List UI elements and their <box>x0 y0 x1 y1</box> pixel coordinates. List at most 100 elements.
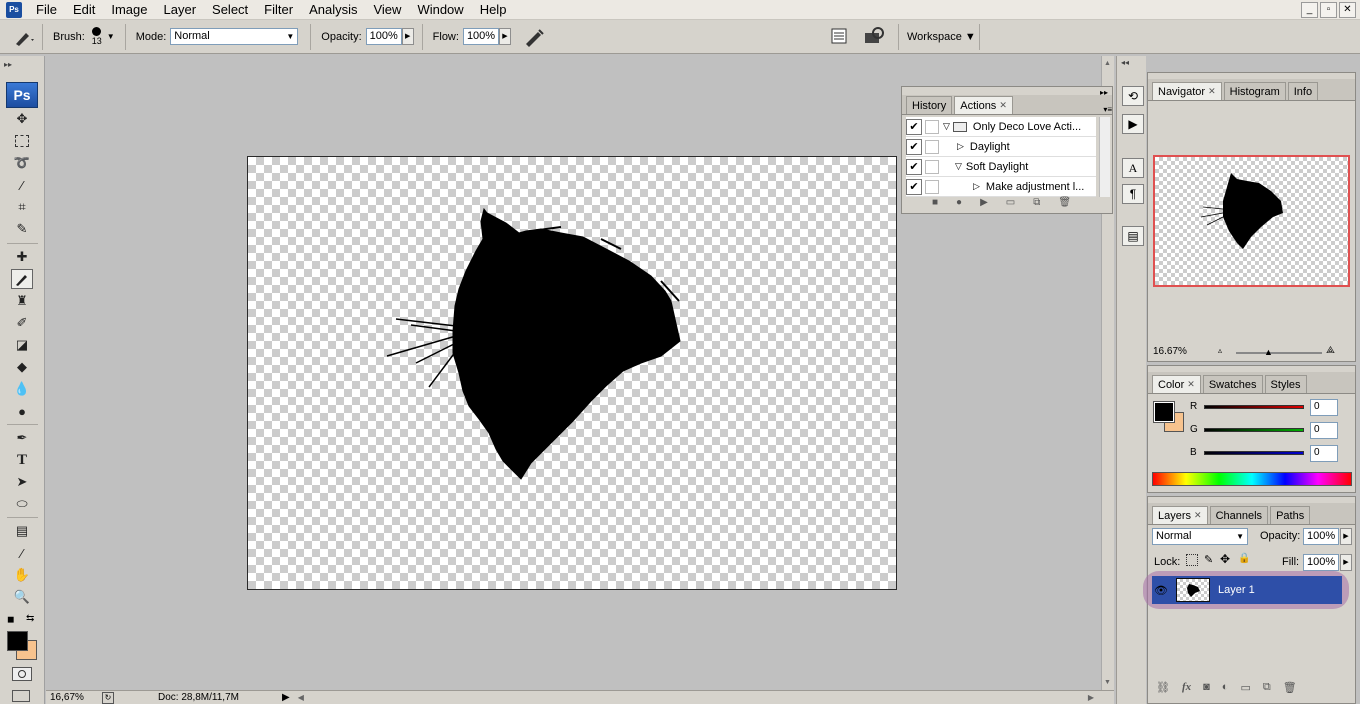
character-dock-icon[interactable]: A <box>1122 158 1144 178</box>
tab-info[interactable]: Info <box>1287 82 1319 100</box>
dialog-toggle[interactable] <box>925 179 939 194</box>
dialog-toggle[interactable] <box>925 119 939 134</box>
scroll-left-icon[interactable]: ◀ <box>298 693 304 702</box>
action-checkbox[interactable]: ✔ <box>906 178 922 195</box>
color-spectrum-bar[interactable] <box>1152 472 1352 486</box>
lock-all-icon[interactable]: 🔒 <box>1238 553 1250 564</box>
dialog-toggle[interactable] <box>925 139 939 154</box>
tab-history[interactable]: History <box>906 96 953 114</box>
layer-opacity-slider-button[interactable]: ▶ <box>1340 528 1352 545</box>
menu-select[interactable]: Select <box>204 0 256 20</box>
photoshop-app-icon[interactable]: Ps <box>6 1 22 18</box>
brush-preset-picker[interactable] <box>10 25 38 49</box>
zoom-slider-thumb-icon[interactable]: ▲ <box>1264 347 1273 357</box>
action-checkbox[interactable]: ✔ <box>906 118 922 135</box>
swap-colors-icon[interactable]: ⇆ <box>26 613 34 624</box>
paint-bucket-tool-icon[interactable]: ◆ <box>11 357 33 377</box>
record-icon[interactable]: ● <box>956 197 962 208</box>
ellipse-tool-icon[interactable]: ⬭ <box>11 494 33 514</box>
brush-size-picker[interactable]: 13 <box>89 27 105 46</box>
brush-tool-icon[interactable] <box>11 269 33 289</box>
play-icon[interactable]: ▶ <box>980 197 988 208</box>
default-colors-icon[interactable]: ◼ <box>7 614 14 625</box>
red-slider[interactable] <box>1204 405 1304 409</box>
eyedropper-tool-icon[interactable]: ⁄ <box>11 543 33 563</box>
opacity-input[interactable]: 100% <box>365 28 402 45</box>
blur-tool-icon[interactable]: 💧 <box>11 379 33 399</box>
new-set-icon[interactable]: ▭ <box>1006 197 1015 208</box>
actions-dock-icon[interactable]: ▶ <box>1122 114 1144 134</box>
tab-layers[interactable]: Layers ✕ <box>1152 506 1208 524</box>
opacity-slider-button[interactable]: ▶ <box>401 28 414 45</box>
layer-opacity-input[interactable]: 100% <box>1303 528 1339 545</box>
close-icon[interactable]: ✕ <box>1194 510 1202 521</box>
close-icon[interactable]: ✕ <box>1187 379 1195 390</box>
layers-scrollbar[interactable] <box>1340 571 1354 683</box>
new-group-icon[interactable]: ▭ <box>1240 681 1250 694</box>
close-icon[interactable]: ✕ <box>1208 86 1216 97</box>
blend-mode-select[interactable]: Normal ▼ <box>1152 528 1248 545</box>
lasso-tool-icon[interactable]: ➰ <box>11 153 33 173</box>
layer-comps-dock-icon[interactable]: ▤ <box>1122 226 1144 246</box>
tab-styles[interactable]: Styles <box>1264 375 1307 393</box>
document-canvas[interactable] <box>247 156 897 590</box>
collapse-dock-icon[interactable]: ◂◂ <box>1121 58 1129 67</box>
action-checkbox[interactable]: ✔ <box>906 158 922 175</box>
screen-mode-button[interactable] <box>12 690 30 702</box>
trash-icon[interactable]: 🗑 <box>1058 197 1071 208</box>
eye-visibility-icon[interactable]: 👁 <box>1152 584 1170 597</box>
actions-scrollbar[interactable] <box>1099 117 1110 197</box>
bridge-button[interactable] <box>862 25 888 47</box>
navigator-preview[interactable] <box>1153 155 1350 287</box>
new-action-icon[interactable]: ⧉ <box>1033 197 1040 208</box>
green-slider[interactable] <box>1204 428 1304 432</box>
status-menu-arrow-icon[interactable]: ▶ <box>282 692 290 703</box>
close-icon[interactable]: ✕ <box>999 100 1007 111</box>
menu-help[interactable]: Help <box>472 0 515 20</box>
expand-down-icon[interactable]: ▽ <box>955 161 962 172</box>
zoom-level[interactable]: 16,67% <box>50 692 90 703</box>
stop-icon[interactable]: ■ <box>932 197 938 208</box>
fx-icon[interactable]: fx <box>1182 681 1191 694</box>
menu-file[interactable]: File <box>28 0 65 20</box>
tab-swatches[interactable]: Swatches <box>1202 375 1263 393</box>
lock-pixels-icon[interactable]: ✎ <box>1204 553 1213 566</box>
brush-dropdown-arrow-icon[interactable]: ▼ <box>107 32 115 41</box>
lock-position-icon[interactable]: ✥ <box>1220 552 1230 566</box>
menu-analysis[interactable]: Analysis <box>301 0 365 20</box>
action-row-daylight[interactable]: ✔ ▷ Daylight <box>906 137 1096 157</box>
slice-tool-icon[interactable]: ✎ <box>11 219 33 239</box>
workspace-menu[interactable]: Workspace ▼ <box>898 24 980 50</box>
paragraph-dock-icon[interactable]: ¶ <box>1122 184 1144 204</box>
blue-slider[interactable] <box>1204 451 1304 455</box>
close-button[interactable]: ✕ <box>1339 2 1356 18</box>
move-tool-icon[interactable]: ✥ <box>11 109 33 129</box>
panel-menu-icon[interactable]: ▾≡ <box>1103 105 1112 114</box>
navigator-zoom-value[interactable]: 16.67% <box>1153 346 1187 357</box>
zoom-slider[interactable] <box>1236 352 1322 354</box>
tab-paths[interactable]: Paths <box>1270 506 1311 524</box>
hand-tool-icon[interactable]: ✋ <box>11 565 33 585</box>
flow-slider-button[interactable]: ▶ <box>498 28 511 45</box>
crop-tool-icon[interactable]: ⌗ <box>11 197 33 217</box>
airbrush-toggle[interactable] <box>523 27 545 47</box>
dodge-tool-icon[interactable]: ● <box>11 401 33 421</box>
tab-histogram[interactable]: Histogram <box>1223 82 1286 100</box>
fill-input[interactable]: 100% <box>1303 554 1339 571</box>
zoom-tool-icon[interactable]: 🔍 <box>11 587 33 607</box>
status-info-icon[interactable]: ↻ <box>102 691 114 704</box>
tab-channels[interactable]: Channels <box>1209 506 1269 524</box>
dialog-toggle[interactable] <box>925 159 939 174</box>
palette-well-button[interactable] <box>830 27 848 45</box>
history-brush-tool-icon[interactable]: ✐ <box>11 313 33 333</box>
lock-transparency-icon[interactable] <box>1186 554 1198 566</box>
color-foreground-swatch[interactable] <box>1153 401 1175 423</box>
photoshop-logo[interactable]: Ps <box>6 82 38 108</box>
notes-tool-icon[interactable]: ▤ <box>11 521 33 541</box>
quick-mask-button[interactable] <box>12 667 32 681</box>
new-layer-icon[interactable]: ⧉ <box>1263 681 1271 694</box>
menu-edit[interactable]: Edit <box>65 0 103 20</box>
zoom-in-icon[interactable]: ⟁ <box>1326 345 1335 356</box>
eraser-tool-icon[interactable]: ◪ <box>11 335 33 355</box>
tab-navigator[interactable]: Navigator ✕ <box>1152 82 1222 100</box>
